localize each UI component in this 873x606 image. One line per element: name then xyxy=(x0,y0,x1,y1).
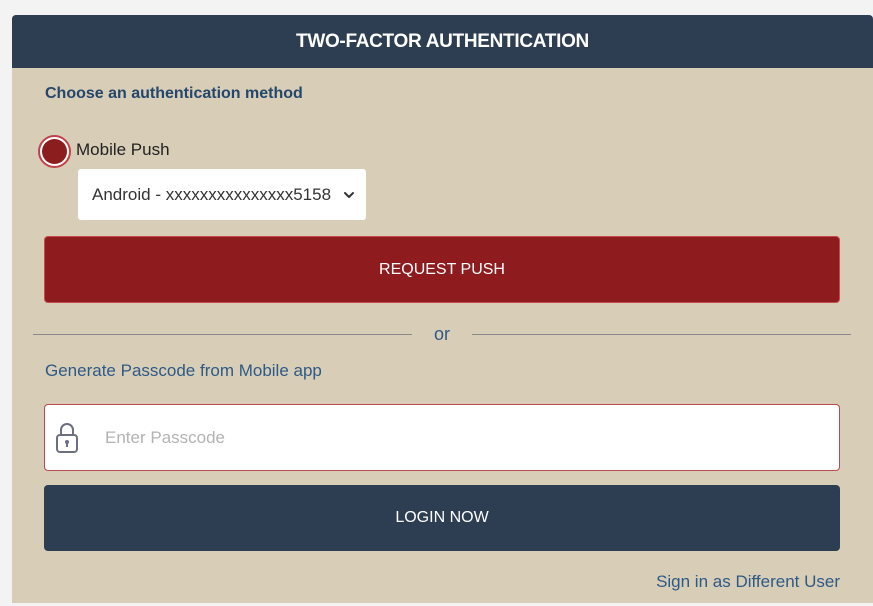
radio-selected-dot xyxy=(42,139,67,164)
request-push-button[interactable]: REQUEST PUSH xyxy=(44,236,840,303)
two-factor-panel: TWO-FACTOR AUTHENTICATION Choose an auth… xyxy=(12,15,873,603)
mobile-push-label: Mobile Push xyxy=(76,139,170,159)
login-now-label: LOGIN NOW xyxy=(395,509,489,526)
device-select-value: Android - xxxxxxxxxxxxxxx5158 xyxy=(92,184,332,204)
divider-line-right xyxy=(472,334,852,335)
login-now-button[interactable]: LOGIN NOW xyxy=(44,485,840,551)
chevron-down-icon xyxy=(344,191,354,198)
panel-header: TWO-FACTOR AUTHENTICATION xyxy=(12,15,873,68)
divider-or-text: or xyxy=(434,324,451,344)
passcode-field-container[interactable] xyxy=(44,404,840,471)
choose-method-label: Choose an authentication method xyxy=(45,85,303,102)
sign-in-different-user-link[interactable]: Sign in as Different User xyxy=(656,572,840,592)
lock-icon xyxy=(56,422,78,453)
device-select[interactable]: Android - xxxxxxxxxxxxxxx5158 xyxy=(78,169,366,220)
or-divider: or xyxy=(33,324,852,345)
mobile-push-radio[interactable] xyxy=(38,135,71,168)
panel-title: TWO-FACTOR AUTHENTICATION xyxy=(296,30,589,52)
divider-line-left xyxy=(33,334,412,335)
mobile-push-option[interactable]: Mobile Push xyxy=(38,135,170,168)
generate-passcode-label: Generate Passcode from Mobile app xyxy=(45,361,322,380)
passcode-input[interactable] xyxy=(105,417,839,458)
request-push-label: REQUEST PUSH xyxy=(379,260,505,278)
